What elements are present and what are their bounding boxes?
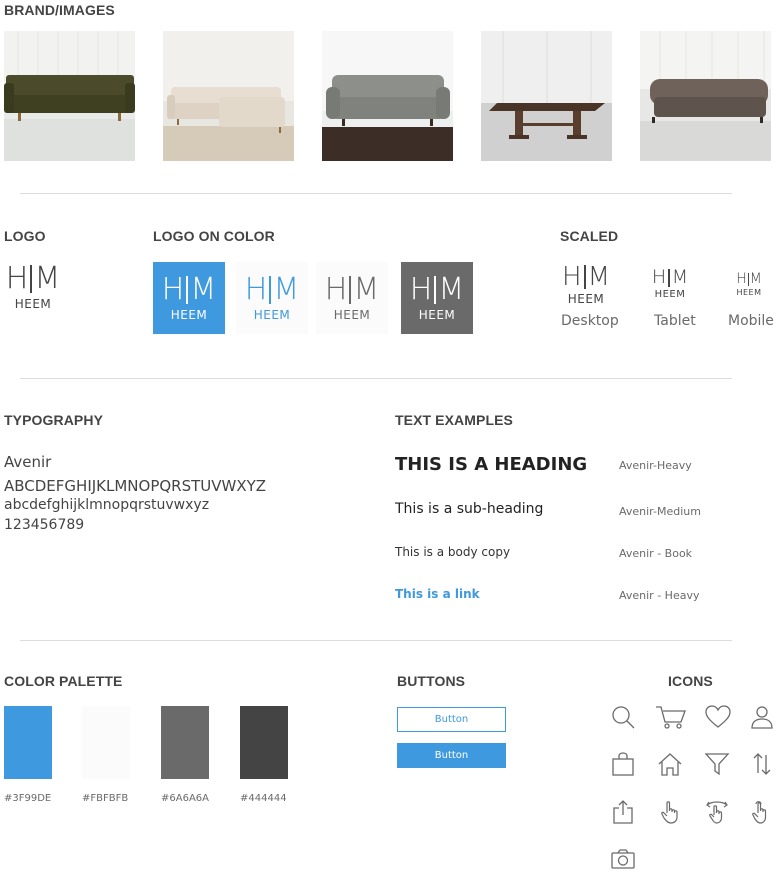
text-example-subheading: This is a sub-heading: [395, 501, 544, 517]
section-title-typography: TYPOGRAPHY: [4, 412, 104, 428]
color-swatch-label: #6A6A6A: [161, 793, 209, 804]
divider: [20, 378, 732, 379]
logo-letter-h: H: [5, 261, 29, 296]
text-example-heading-font: Avenir-Heavy: [619, 459, 692, 472]
heart-icon: [704, 704, 732, 730]
scaled-label-tablet: Tablet: [654, 313, 696, 329]
color-swatch-grey: [161, 706, 209, 779]
text-example-body: This is a body copy: [395, 545, 511, 559]
search-icon: [610, 704, 636, 730]
scaled-label-desktop: Desktop: [561, 313, 619, 329]
logo-tile-light-blue-logo: HM HEEM: [236, 262, 308, 334]
logo-divider-bar: [30, 265, 33, 293]
logo-scaled-desktop: HM HEEM: [562, 262, 610, 306]
filled-button[interactable]: Button: [397, 743, 506, 768]
cart-icon: [655, 704, 687, 730]
logo-primary: H M HEEM: [3, 261, 63, 311]
scaled-label-mobile: Mobile: [728, 313, 774, 329]
filter-icon: [704, 751, 730, 777]
section-title-icons: ICONS: [668, 673, 713, 689]
divider: [20, 640, 732, 641]
tap-icon: [657, 799, 683, 825]
logo-scaled-tablet: HM HEEM: [651, 266, 689, 300]
brand-image-sofa-green: [4, 31, 135, 161]
color-swatch-blue: [4, 706, 52, 779]
section-title-scaled: SCALED: [560, 228, 619, 244]
color-swatch-dark-grey: [240, 706, 288, 779]
text-example-heading: THIS IS A HEADING: [395, 454, 588, 475]
share-icon: [610, 799, 636, 825]
color-swatch-off-white: [82, 706, 130, 779]
divider: [20, 193, 732, 194]
text-example-body-font: Avenir - Book: [619, 547, 693, 560]
section-title-brand-images: BRAND/IMAGES: [4, 2, 115, 18]
logo-tile-blue: HM HEEM: [153, 262, 225, 334]
typeface-digits: 123456789: [4, 517, 85, 533]
brand-image-sofa-grey: [322, 31, 453, 161]
text-example-link-font: Avenir - Heavy: [619, 589, 700, 602]
home-icon: [657, 751, 683, 777]
logo-tile-grey: HM HEEM: [401, 262, 473, 334]
user-icon: [749, 704, 775, 730]
double-tap-icon: [749, 799, 775, 825]
typeface-name: Avenir: [4, 453, 52, 471]
typeface-lowercase: abcdefghijklmnopqrstuvwxyz: [4, 497, 210, 513]
logo-letter-m: M: [34, 261, 61, 296]
logo-scaled-mobile: HM HEEM: [736, 271, 762, 297]
text-example-subheading-font: Avenir-Medium: [619, 505, 701, 518]
color-swatch-label: #FBFBFB: [82, 793, 129, 804]
section-title-logo-on-color: LOGO ON COLOR: [153, 228, 275, 244]
logo-wordmark: HEEM: [14, 297, 52, 311]
brand-image-sofa-taupe: [640, 31, 771, 161]
camera-icon: [610, 846, 636, 872]
text-example-link[interactable]: This is a link: [395, 587, 480, 601]
bag-icon: [610, 751, 636, 777]
typeface-uppercase: ABCDEFGHIJKLMNOPQRSTUVWXYZ: [4, 477, 267, 495]
brand-image-dining-table: [481, 31, 612, 161]
section-title-logo: LOGO: [4, 228, 46, 244]
outline-button[interactable]: Button: [397, 707, 506, 732]
logo-tile-light-grey-logo: HM HEEM: [316, 262, 388, 334]
brand-image-sectional-cream: [163, 31, 294, 161]
sort-icon: [749, 751, 775, 777]
section-title-buttons: BUTTONS: [397, 673, 466, 689]
swipe-icon: [704, 799, 730, 825]
color-swatch-label: #3F99DE: [4, 793, 52, 804]
section-title-text-examples: TEXT EXAMPLES: [395, 412, 513, 428]
section-title-color-palette: COLOR PALETTE: [4, 673, 123, 689]
color-swatch-label: #444444: [240, 793, 287, 804]
